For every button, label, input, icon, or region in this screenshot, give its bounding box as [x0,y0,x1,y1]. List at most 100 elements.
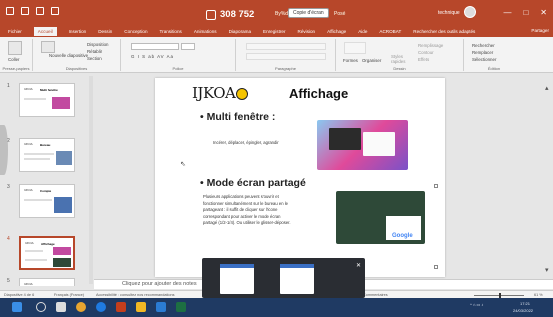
close-icon[interactable]: ✕ [356,262,361,269]
share-button[interactable]: Partager [531,28,549,33]
save-icon[interactable] [6,7,14,15]
tray-icons[interactable]: ^ ⌂ ▭ ♪ [470,302,483,307]
bullet-body-split[interactable]: Plusieurs applications peuvent s'ouvrir … [203,194,291,227]
group-label: Police [172,66,184,71]
slide-count: Diapositive 4 de 6 [4,292,35,297]
slide-thumbnail-5[interactable]: IJKOA [19,278,75,286]
task-view-icon[interactable] [56,302,66,312]
group-paragraph: Paragraphe [236,39,336,71]
find-button[interactable]: Rechercher [472,43,495,48]
ribbon: Coller Presse-papiers Nouvelle diapositi… [0,37,553,73]
tab-animations[interactable]: Animations [194,29,217,34]
quick-styles-button[interactable]: Styles rapides [391,54,413,64]
windows-start-icon[interactable] [12,302,22,312]
clock-time[interactable]: 17:21 [520,301,530,306]
scroll-down-icon[interactable]: ▾ [545,266,549,274]
tab-aide[interactable]: Aide [358,29,367,34]
preview-window-1[interactable] [220,264,254,294]
font-size-select[interactable] [181,43,195,50]
list-buttons[interactable] [246,43,326,50]
bullet-heading-split[interactable]: • Mode écran partagé [200,177,306,189]
group-label: Édition [487,66,501,71]
undo-icon[interactable] [21,7,29,15]
slide-canvas[interactable]: IJKOA Affichage • Multi fenêtre : Incére… [155,78,445,277]
redo-icon[interactable] [36,7,44,15]
search-tools[interactable]: Rechercher des outils adaptés [413,29,475,34]
taskbar-preview-popup: ✕ [202,258,365,298]
bullet-body-multi[interactable]: Incérer, déplacer, épingler, agrandir [213,140,279,147]
bullet-heading-multi[interactable]: • Multi fenêtre : [200,111,275,123]
tab-insertion[interactable]: Insertion [69,29,87,34]
effects-button[interactable]: Effets [418,57,429,62]
excel-icon[interactable] [176,302,186,312]
shapes-gallery[interactable] [344,42,366,54]
comments-button[interactable]: Commentaires [363,293,388,297]
slideshow-icon[interactable] [51,7,59,15]
new-slide-button[interactable]: Nouvelle diapositive [49,53,89,58]
word-icon[interactable] [156,302,166,312]
tab-transitions[interactable]: Transitions [160,29,182,34]
slide-thumbnail-3[interactable]: IJKOA Compte [19,184,75,218]
tab-acrobat[interactable]: ACROBAT [379,29,401,34]
zoom-level[interactable]: 61 % [534,293,543,297]
powerpoint-icon[interactable] [116,302,126,312]
search-icon[interactable] [36,302,46,312]
tab-affichage[interactable]: Affichage [327,29,346,34]
thumb-title: Bureau [40,143,51,147]
thumb-logo: IJKOA [24,87,33,91]
tab-revision[interactable]: Révision [298,29,316,34]
maximize-button[interactable]: □ [523,8,528,17]
select-button[interactable]: Sélectionner [472,57,496,62]
slide-title[interactable]: Affichage [289,86,348,101]
clock-date[interactable]: 24/03/2022 [513,308,533,313]
multi-window-screenshot[interactable] [317,120,408,170]
section-button[interactable]: Section [87,56,102,61]
avatar[interactable] [464,6,476,18]
zoom-slider-thumb[interactable] [499,292,501,298]
slide-thumbnail-2[interactable]: IJKOA Bureau [19,138,75,172]
tab-diaporama[interactable]: Diaporama [229,29,251,34]
chrome-icon[interactable] [76,302,86,312]
explorer-icon[interactable] [136,302,146,312]
side-dock-tab[interactable] [0,125,8,175]
minimize-button[interactable]: — [503,8,511,17]
thumbnail-scrollbar[interactable] [89,76,93,284]
screenshot-tooltip: Copie d'écran [288,8,329,18]
edge-icon[interactable] [96,302,106,312]
slide-thumbnail-1[interactable]: IJKOA Multi fenêtre [19,83,75,117]
tab-dessin[interactable]: Dessin [98,29,112,34]
reset-button[interactable]: Rétablir [87,49,102,54]
alignment-buttons[interactable] [246,53,326,60]
tab-fichier[interactable]: Fichier [8,29,22,34]
logo: IJKOA [192,84,249,102]
font-name-select[interactable] [131,43,179,50]
layout-button[interactable]: Disposition [87,42,108,47]
accessibility-status[interactable]: Accessibilité : consultez nos recommanda… [96,293,175,297]
user-name[interactable]: technique [438,10,460,16]
tab-accueil[interactable]: Accueil [33,26,57,36]
paste-button[interactable]: Coller [8,57,19,62]
new-slide-icon[interactable] [41,41,55,53]
resize-handle[interactable] [434,265,438,269]
paste-icon[interactable] [8,41,22,55]
slide-thumbnail-pane: 1 IJKOA Multi fenêtre 2 IJKOA Bureau 3 I… [0,74,94,286]
resize-handle[interactable] [434,184,438,188]
taskbar: ^ ⌂ ▭ ♪ 17:21 24/03/2022 [0,298,553,317]
close-button[interactable]: ✕ [540,8,547,17]
fill-button[interactable]: Remplissage [418,43,443,48]
google-logo: Google [392,233,413,239]
scroll-up-icon[interactable]: ▴ [545,84,549,92]
shapes-button[interactable]: Formes [343,58,358,63]
replace-button[interactable]: Remplacer [472,50,493,55]
outline-button[interactable]: Contour [418,50,434,55]
split-screen-screenshot[interactable]: Google [336,191,425,244]
font-format-buttons[interactable]: G I S ab AV Aa [131,54,174,59]
arrange-button[interactable]: Organiser [362,58,381,63]
tab-enregistrer[interactable]: Enregistrer [263,29,285,34]
tab-conception[interactable]: Conception [124,29,147,34]
preview-window-2[interactable] [280,264,314,294]
slide-thumbnail-4[interactable]: IJKOA Affichage [19,236,75,270]
thumb-logo: IJKOA [24,188,33,192]
thumb-number: 3 [7,184,10,190]
language-status[interactable]: Français (France) [54,293,84,297]
